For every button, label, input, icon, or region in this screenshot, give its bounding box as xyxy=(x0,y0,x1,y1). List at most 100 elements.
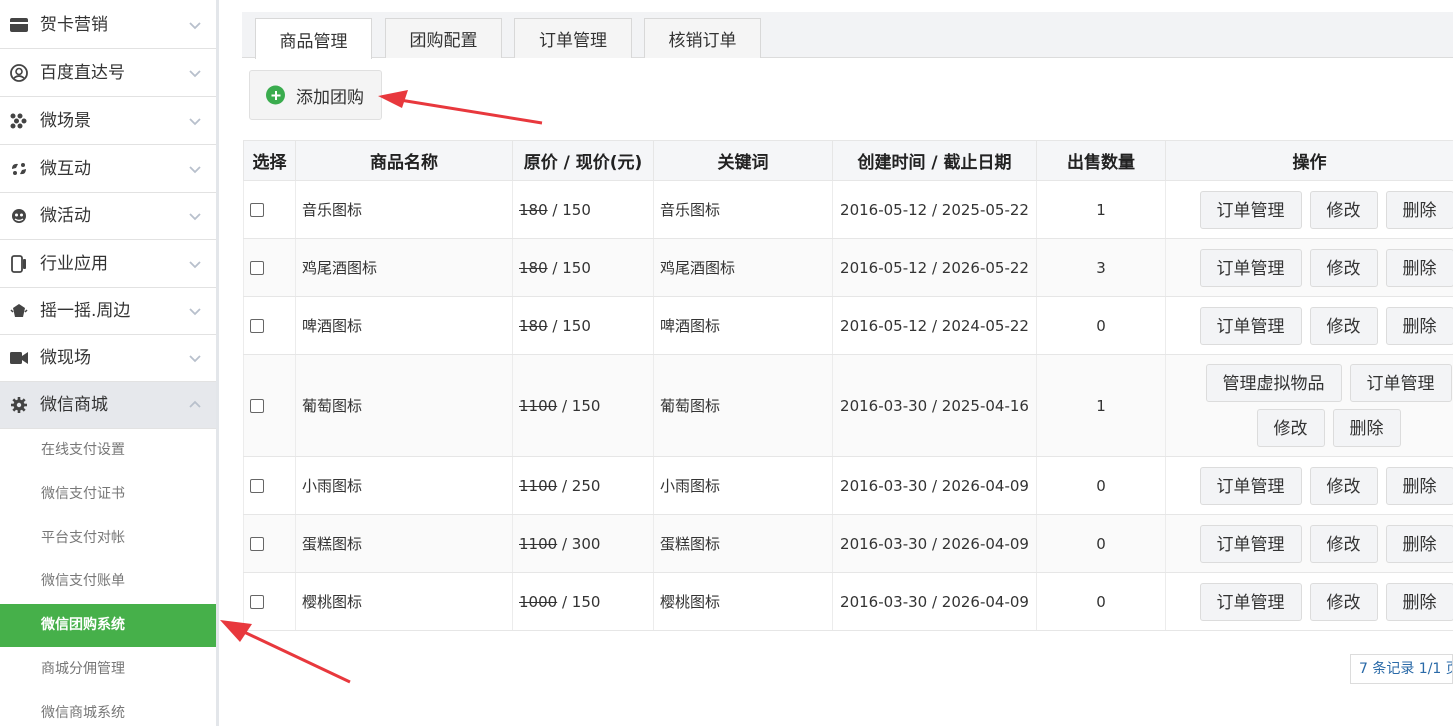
sidebar-item-label: 行业应用 xyxy=(40,253,108,274)
sidebar-item-label: 微信商城 xyxy=(40,394,108,415)
select-cell xyxy=(243,354,296,457)
row-checkbox[interactable] xyxy=(250,595,264,609)
row-checkbox[interactable] xyxy=(250,319,264,333)
shake-icon xyxy=(9,301,29,321)
tab-group-buy-config[interactable]: 团购配置 xyxy=(385,18,502,58)
dates: 2016-03-30 / 2026-04-09 xyxy=(832,456,1037,515)
header-product-name: 商品名称 xyxy=(295,140,513,181)
video-icon xyxy=(9,348,29,368)
price-separator: / xyxy=(547,258,563,277)
sidebar: 贺卡营销 百度直达号 微场景 微互动 微活动 行业应用 摇一摇.周边 微现场 微… xyxy=(0,0,216,726)
row-checkbox[interactable] xyxy=(250,261,264,275)
chevron-up-icon xyxy=(189,400,201,408)
actions-cell: 订单管理 修改 删除 xyxy=(1165,572,1453,631)
row-checkbox[interactable] xyxy=(250,479,264,493)
delete-button[interactable]: 删除 xyxy=(1385,466,1453,505)
price-cell: 1100 / 300 xyxy=(512,514,654,573)
table-header-row: 选择 商品名称 原价 / 现价(元) 关键词 创建时间 / 截止日期 出售数量 … xyxy=(243,140,1453,181)
header-select: 选择 xyxy=(243,140,296,181)
add-group-buy-button[interactable]: 添加团购 xyxy=(249,70,382,120)
user-circle-icon xyxy=(9,63,29,83)
tab-verify-orders[interactable]: 核销订单 xyxy=(644,18,761,58)
delete-button[interactable]: 删除 xyxy=(1385,190,1453,229)
edit-button[interactable]: 修改 xyxy=(1309,582,1378,621)
order-management-button[interactable]: 订单管理 xyxy=(1199,190,1302,229)
order-management-button[interactable]: 订单管理 xyxy=(1199,248,1302,287)
tab-order-management[interactable]: 订单管理 xyxy=(514,18,632,58)
delete-button[interactable]: 删除 xyxy=(1332,409,1401,447)
price-cell: 180 / 150 xyxy=(512,238,654,297)
dates: 2016-05-12 / 2025-05-22 xyxy=(832,180,1037,239)
pagination-info: 7 条记录 1/1 页 xyxy=(1350,654,1453,684)
table-row: 小雨图标 1100 / 250 小雨图标 2016-03-30 / 2026-0… xyxy=(243,456,1453,515)
row-checkbox[interactable] xyxy=(250,203,264,217)
order-management-button[interactable]: 订单管理 xyxy=(1199,582,1302,621)
card-icon xyxy=(9,15,29,35)
manage-virtual-goods-button[interactable]: 管理虚拟物品 xyxy=(1205,364,1342,402)
quantity: 1 xyxy=(1036,180,1166,239)
select-cell xyxy=(243,456,296,515)
sidebar-item-micro-activity[interactable]: 微活动 xyxy=(0,193,216,240)
sidebar-item-micro-live[interactable]: 微现场 xyxy=(0,335,216,382)
chevron-down-icon xyxy=(189,70,201,78)
submenu-platform-reconcile[interactable]: 平台支付对帐 xyxy=(0,517,216,560)
original-price: 180 xyxy=(519,258,548,277)
activity-icon xyxy=(9,206,29,226)
dates: 2016-05-12 / 2024-05-22 xyxy=(832,296,1037,355)
select-cell xyxy=(243,238,296,297)
quantity: 0 xyxy=(1036,572,1166,631)
chevron-down-icon xyxy=(189,118,201,126)
row-checkbox[interactable] xyxy=(250,399,264,413)
submenu-wechat-pay-cert[interactable]: 微信支付证书 xyxy=(0,473,216,516)
order-management-button[interactable]: 订单管理 xyxy=(1199,306,1302,345)
product-name: 小雨图标 xyxy=(295,456,513,515)
current-price: 300 xyxy=(571,534,601,553)
order-management-button[interactable]: 订单管理 xyxy=(1349,364,1452,402)
dates: 2016-03-30 / 2026-04-09 xyxy=(832,572,1037,631)
keyword: 音乐图标 xyxy=(653,180,833,239)
actions-cell: 订单管理 修改 删除 xyxy=(1165,456,1453,515)
dates: 2016-03-30 / 2026-04-09 xyxy=(832,514,1037,573)
product-name: 蛋糕图标 xyxy=(295,514,513,573)
sidebar-item-label: 百度直达号 xyxy=(40,62,125,83)
edit-button[interactable]: 修改 xyxy=(1309,190,1378,229)
submenu-wechat-pay-bill[interactable]: 微信支付账单 xyxy=(0,560,216,603)
chevron-down-icon xyxy=(189,22,201,30)
edit-button[interactable]: 修改 xyxy=(1256,409,1325,447)
annotation-arrow-add xyxy=(378,90,543,125)
delete-button[interactable]: 删除 xyxy=(1385,248,1453,287)
edit-button[interactable]: 修改 xyxy=(1309,524,1378,563)
edit-button[interactable]: 修改 xyxy=(1309,466,1378,505)
dates: 2016-03-30 / 2025-04-16 xyxy=(832,354,1037,457)
actions-cell: 订单管理 修改 删除 xyxy=(1165,180,1453,239)
sidebar-item-industry-apps[interactable]: 行业应用 xyxy=(0,241,216,288)
keyword: 蛋糕图标 xyxy=(653,514,833,573)
sidebar-item-micro-scene[interactable]: 微场景 xyxy=(0,98,216,145)
tab-product-management[interactable]: 商品管理 xyxy=(255,18,372,59)
submenu-mall-system[interactable]: 微信商城系统 xyxy=(0,692,216,726)
sidebar-item-greeting-cards[interactable]: 贺卡营销 xyxy=(0,2,216,49)
sidebar-item-shake[interactable]: 摇一摇.周边 xyxy=(0,288,216,335)
submenu-commission-mgmt[interactable]: 商城分佣管理 xyxy=(0,648,216,691)
delete-button[interactable]: 删除 xyxy=(1385,524,1453,563)
chevron-down-icon xyxy=(189,355,201,363)
original-price: 1000 xyxy=(519,592,558,611)
delete-button[interactable]: 删除 xyxy=(1385,306,1453,345)
sidebar-item-baidu[interactable]: 百度直达号 xyxy=(0,50,216,97)
submenu-group-buy-system[interactable]: 微信团购系统 xyxy=(0,604,216,647)
edit-button[interactable]: 修改 xyxy=(1309,306,1378,345)
row-checkbox[interactable] xyxy=(250,537,264,551)
edit-button[interactable]: 修改 xyxy=(1309,248,1378,287)
sidebar-item-micro-interaction[interactable]: 微互动 xyxy=(0,146,216,193)
submenu-online-pay-settings[interactable]: 在线支付设置 xyxy=(0,429,216,472)
product-name: 音乐图标 xyxy=(295,180,513,239)
current-price: 150 xyxy=(562,316,591,335)
keyword: 鸡尾酒图标 xyxy=(653,238,833,297)
chevron-down-icon xyxy=(189,213,201,221)
order-management-button[interactable]: 订单管理 xyxy=(1199,466,1302,505)
quantity: 0 xyxy=(1036,456,1166,515)
delete-button[interactable]: 删除 xyxy=(1385,582,1453,621)
order-management-button[interactable]: 订单管理 xyxy=(1199,524,1302,563)
sidebar-item-label: 摇一摇.周边 xyxy=(40,300,131,321)
sidebar-item-wechat-mall[interactable]: 微信商城 xyxy=(0,382,216,429)
